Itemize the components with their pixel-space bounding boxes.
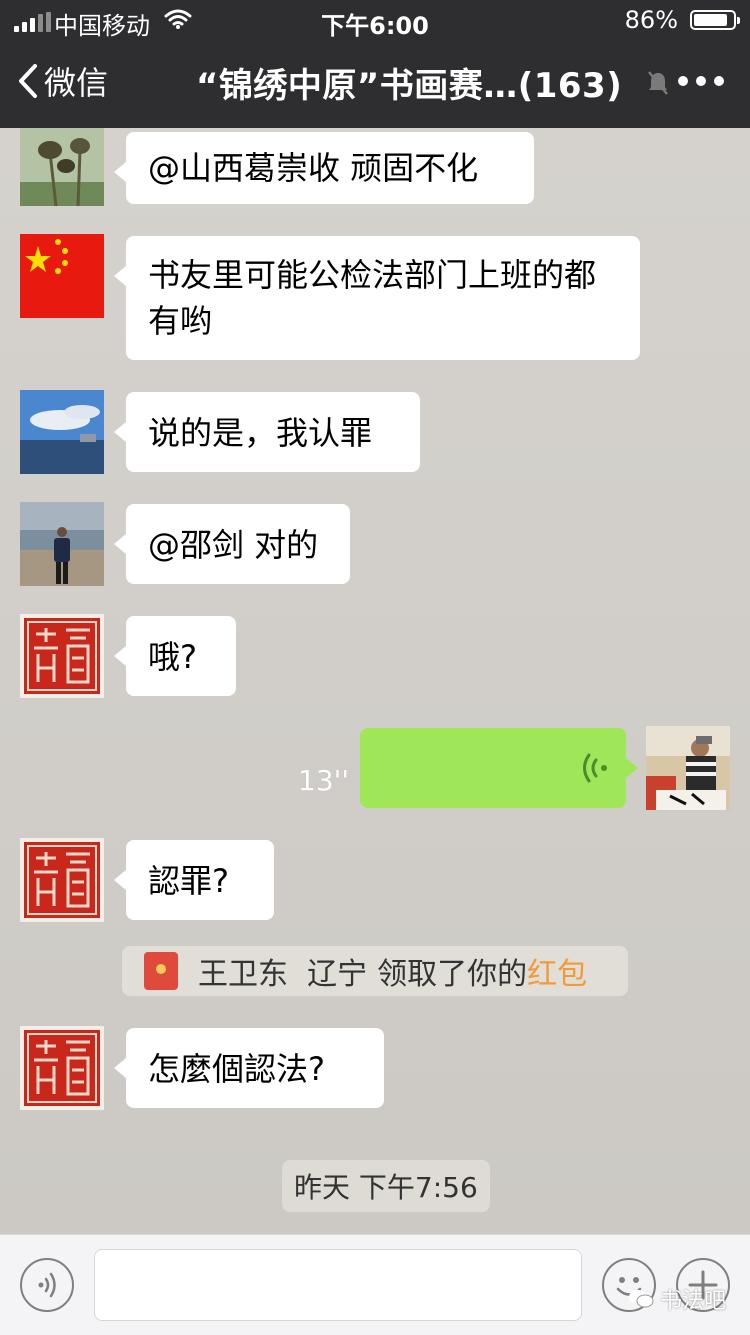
red-seal-stamp-icon [20, 838, 104, 922]
watermark: 书法吧 [628, 1283, 726, 1315]
message-bubble[interactable]: @邵剑 对的 [114, 504, 350, 584]
message-text: 说的是，我认罪 [148, 414, 373, 452]
watermark-text: 书法吧 [659, 1289, 726, 1314]
chat-title: “锦绣中原”书画赛…(163) [196, 66, 623, 106]
seaside-avatar-icon [20, 390, 104, 474]
message-text: 怎麼個認法? [148, 1050, 325, 1088]
chat-area[interactable]: @山西葛崇收 顽固不化 书友里可能公检法部门上班的都有哟 说的是，我认罪 @邵剑… [0, 122, 750, 1234]
message-bubble[interactable]: @山西葛崇收 顽固不化 [114, 132, 534, 204]
message-text: @山西葛崇收 顽固不化 [148, 149, 479, 187]
top-bar: 中国移动 下午6:00 86% 微信 “锦绣中原”书画赛…(163) [0, 0, 750, 128]
red-packet-icon [144, 952, 178, 990]
lotus-pods-avatar-icon [20, 122, 104, 206]
message-bubble[interactable]: 说的是，我认罪 [114, 392, 420, 472]
message-bubble[interactable]: 哦? [114, 616, 236, 696]
voice-input-button[interactable] [20, 1258, 74, 1312]
message-text: 书友里可能公检法部门上班的都有哟 [148, 256, 597, 340]
back-button[interactable]: 微信 [18, 58, 108, 104]
status-bar: 中国移动 下午6:00 86% [0, 0, 750, 40]
voice-message-bubble[interactable] [360, 728, 638, 808]
china-flag-icon [20, 234, 104, 318]
chevron-left-icon [19, 64, 37, 98]
message-text: @邵剑 对的 [148, 526, 319, 564]
back-label: 微信 [44, 64, 109, 102]
red-packet-link[interactable]: 红包 [527, 949, 587, 993]
message-input[interactable] [94, 1249, 582, 1321]
battery-percent: 86% [624, 6, 678, 34]
red-packet-notice[interactable]: 王卫东 辽宁 领取了你的 红包 [122, 946, 628, 996]
red-seal-stamp-icon [20, 614, 104, 698]
my-avatar[interactable] [646, 726, 730, 810]
calligrapher-avatar-icon [646, 726, 730, 810]
avatar[interactable] [20, 390, 104, 474]
avatar[interactable] [20, 838, 104, 922]
avatar[interactable] [20, 122, 104, 206]
more-options-button[interactable] [678, 76, 724, 86]
avatar[interactable] [20, 614, 104, 698]
message-bubble[interactable]: 認罪? [114, 840, 274, 920]
avatar[interactable] [20, 502, 104, 586]
avatar[interactable] [20, 234, 104, 318]
timestamp: 昨天 下午7:56 [282, 1160, 490, 1212]
message-bubble[interactable]: 怎麼個認法? [114, 1028, 384, 1108]
voice-duration: 13'' [298, 764, 350, 797]
battery-icon [690, 10, 740, 30]
person-at-beach-avatar-icon [20, 502, 104, 586]
voice-wave-icon [583, 753, 607, 783]
notice-action: 领取了你的 [377, 957, 528, 992]
avatar[interactable] [20, 1026, 104, 1110]
message-bubble[interactable]: 书友里可能公检法部门上班的都有哟 [114, 236, 640, 360]
mute-bell-icon [648, 71, 668, 95]
message-text: 哦? [148, 638, 197, 676]
message-text: 認罪? [148, 862, 229, 900]
input-bar: 书法吧 [0, 1234, 750, 1335]
red-seal-stamp-icon [20, 1026, 104, 1110]
wechat-logo-icon [628, 1290, 654, 1308]
voice-icon [38, 1272, 56, 1298]
nav-bar: 微信 “锦绣中原”书画赛…(163) [0, 40, 750, 128]
notice-name: 王卫东 辽宁 [198, 957, 368, 992]
